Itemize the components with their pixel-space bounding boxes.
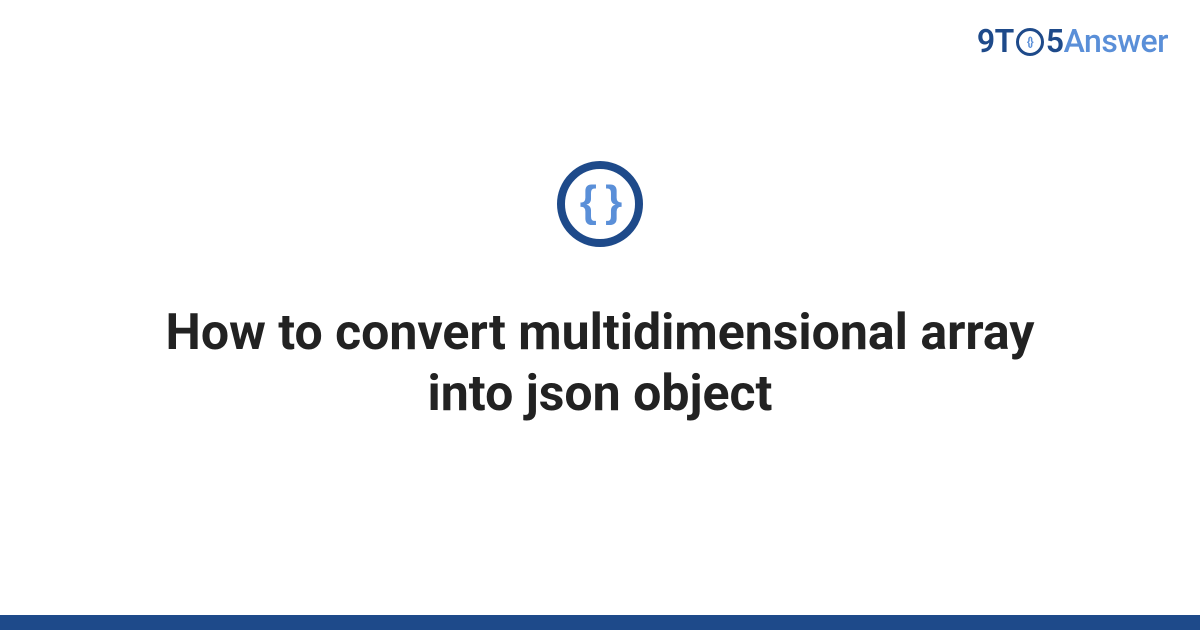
main-content: { } How to convert multidimensional arra…	[0, 0, 1200, 615]
json-braces-icon: { }	[580, 180, 620, 224]
page-title: How to convert multidimensional array in…	[125, 303, 1075, 425]
footer-accent-bar	[0, 615, 1200, 630]
content-inner: { } How to convert multidimensional arra…	[125, 161, 1075, 425]
topic-icon-circle: { }	[557, 161, 643, 247]
